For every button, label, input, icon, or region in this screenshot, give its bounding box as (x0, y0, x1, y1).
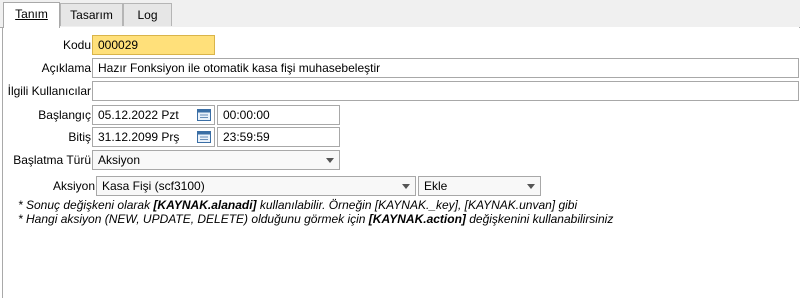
help-note-1-post: kullanılabilir. Örneğin [KAYNAK._key], [… (256, 198, 578, 212)
baslangic-label: Başlangıç (38, 108, 91, 122)
help-note-2-bold: [KAYNAK.action] (368, 212, 466, 226)
calendar-icon[interactable] (197, 108, 211, 121)
help-note-2-post: değişkenini kullanabilirsiniz (465, 212, 614, 226)
kodu-label: Kodu (62, 38, 91, 52)
help-note-1-pre: * Sonuç değişkeni olarak (18, 198, 154, 212)
tab-tasarim-label: Tasarım (70, 8, 113, 22)
baslangic-time-input[interactable]: 00:00:00 (217, 105, 340, 125)
tab-log-label: Log (137, 8, 158, 22)
aksiyon-value: Kasa Fişi (scf3100) (102, 179, 205, 193)
aciklama-label: Açıklama (41, 61, 91, 75)
help-note-1: * Sonuç değişkeni olarak [KAYNAK.alanadi… (18, 198, 577, 212)
aksiyon-op-select[interactable]: Ekle (418, 176, 541, 196)
ilgili-kullanicilar-input[interactable] (92, 81, 799, 101)
help-note-2: * Hangi aksiyon (NEW, UPDATE, DELETE) ol… (18, 212, 613, 226)
ilgili-kullanicilar-label: İlgili Kullanıcılar (7, 84, 91, 98)
aksiyon-op-value: Ekle (424, 179, 448, 193)
tab-log[interactable]: Log (123, 3, 172, 26)
help-note-2-pre: * Hangi aksiyon (NEW, UPDATE, DELETE) ol… (18, 212, 369, 226)
aksiyon-select[interactable]: Kasa Fişi (scf3100) (96, 176, 416, 196)
chevron-down-icon (402, 184, 410, 189)
tab-tasarim[interactable]: Tasarım (60, 3, 123, 26)
aciklama-input[interactable]: Hazır Fonksiyon ile otomatik kasa fişi m… (92, 58, 799, 78)
aksiyon-label: Aksiyon (52, 179, 95, 193)
chevron-down-icon (326, 158, 334, 163)
bitis-date-value: 31.12.2099 Prş (98, 130, 180, 144)
tab-bar: Tanım Tasarım Log (0, 0, 800, 28)
baslatma-turu-label: Başlatma Türü (13, 153, 91, 167)
baslangic-date-input[interactable]: 05.12.2022 Pzt (92, 105, 215, 125)
tab-tanim[interactable]: Tanım (3, 2, 60, 28)
form-panel: Kodu 000029 Açıklama Hazır Fonksiyon ile… (2, 27, 799, 298)
bitis-label: Bitiş (68, 130, 91, 144)
chevron-down-icon (527, 184, 535, 189)
bitis-time-input[interactable]: 23:59:59 (217, 127, 340, 147)
tab-tanim-label: Tanım (15, 7, 48, 21)
calendar-icon[interactable] (197, 130, 211, 143)
help-note-1-bold: [KAYNAK.alanadi] (153, 198, 257, 212)
baslatma-turu-value: Aksiyon (98, 153, 141, 167)
bitis-date-input[interactable]: 31.12.2099 Prş (92, 127, 215, 147)
baslangic-date-value: 05.12.2022 Pzt (98, 108, 179, 122)
baslatma-turu-select[interactable]: Aksiyon (92, 150, 340, 170)
kodu-input[interactable]: 000029 (92, 35, 215, 55)
